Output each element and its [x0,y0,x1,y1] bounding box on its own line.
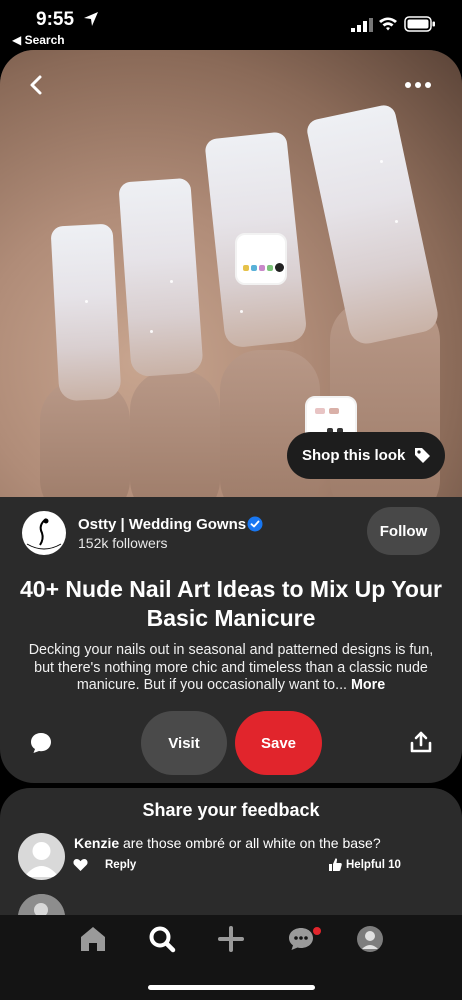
shop-this-look-label: Shop this look [302,447,406,464]
comment-author-avatar[interactable] [18,833,65,880]
pin-image[interactable]: Shop this look [0,50,462,497]
reply-button[interactable]: Reply [105,859,136,871]
status-time: 9:55 [36,9,75,30]
ostty-logo [23,512,65,554]
pin-card: Shop this look Ostty | Wedding Gowns 152… [0,50,462,783]
save-button[interactable]: Save [235,711,322,775]
messages-icon[interactable] [287,925,315,953]
bottom-tab-bar [0,915,462,1000]
heart-icon[interactable] [73,858,88,872]
plus-icon[interactable] [217,925,245,953]
comment-body: are those ombré or all white on the base… [123,835,381,851]
product-tag-1[interactable] [235,233,287,285]
comment-author[interactable]: Kenzie [74,835,119,851]
feedback-title: Share your feedback [142,800,320,820]
follow-button[interactable]: Follow [367,507,440,555]
default-avatar-icon [24,842,59,877]
price-tag-icon [415,448,430,463]
wifi-icon [379,17,397,31]
status-bar: 9:55 ◀ Search [0,0,462,52]
verified-badge-icon [247,516,263,532]
home-indicator [148,985,315,990]
creator-row: Ostty | Wedding Gowns 152k followers Fol… [22,507,442,557]
pin-description: Decking your nails out in seasonal and p… [26,642,436,695]
visit-button[interactable]: Visit [141,711,227,775]
comment-icon[interactable] [30,732,52,754]
helpful-button[interactable]: Helpful 10 [346,859,401,871]
thumbs-up-icon[interactable] [328,857,342,872]
follower-count: 152k followers [78,535,168,551]
back-to-search-link[interactable]: ◀ Search [12,33,65,47]
share-icon[interactable] [410,731,432,753]
battery-icon [404,16,435,32]
creator-name[interactable]: Ostty | Wedding Gowns [78,516,246,533]
search-icon[interactable] [148,925,176,953]
home-icon[interactable] [79,925,107,953]
more-options-icon[interactable] [404,80,432,90]
shop-this-look-button[interactable]: Shop this look [287,432,445,479]
pin-title: 40+ Nude Nail Art Ideas to Mix Up Your B… [20,576,442,631]
creator-avatar[interactable] [22,511,66,555]
cellular-signal-icon [351,18,373,32]
notification-dot [313,927,321,935]
location-arrow-icon [84,12,98,26]
profile-avatar[interactable] [356,925,384,953]
more-link[interactable]: More [351,677,385,693]
comment-text: Kenzie are those ombré or all white on t… [74,835,381,851]
back-chevron-icon[interactable] [24,72,50,98]
